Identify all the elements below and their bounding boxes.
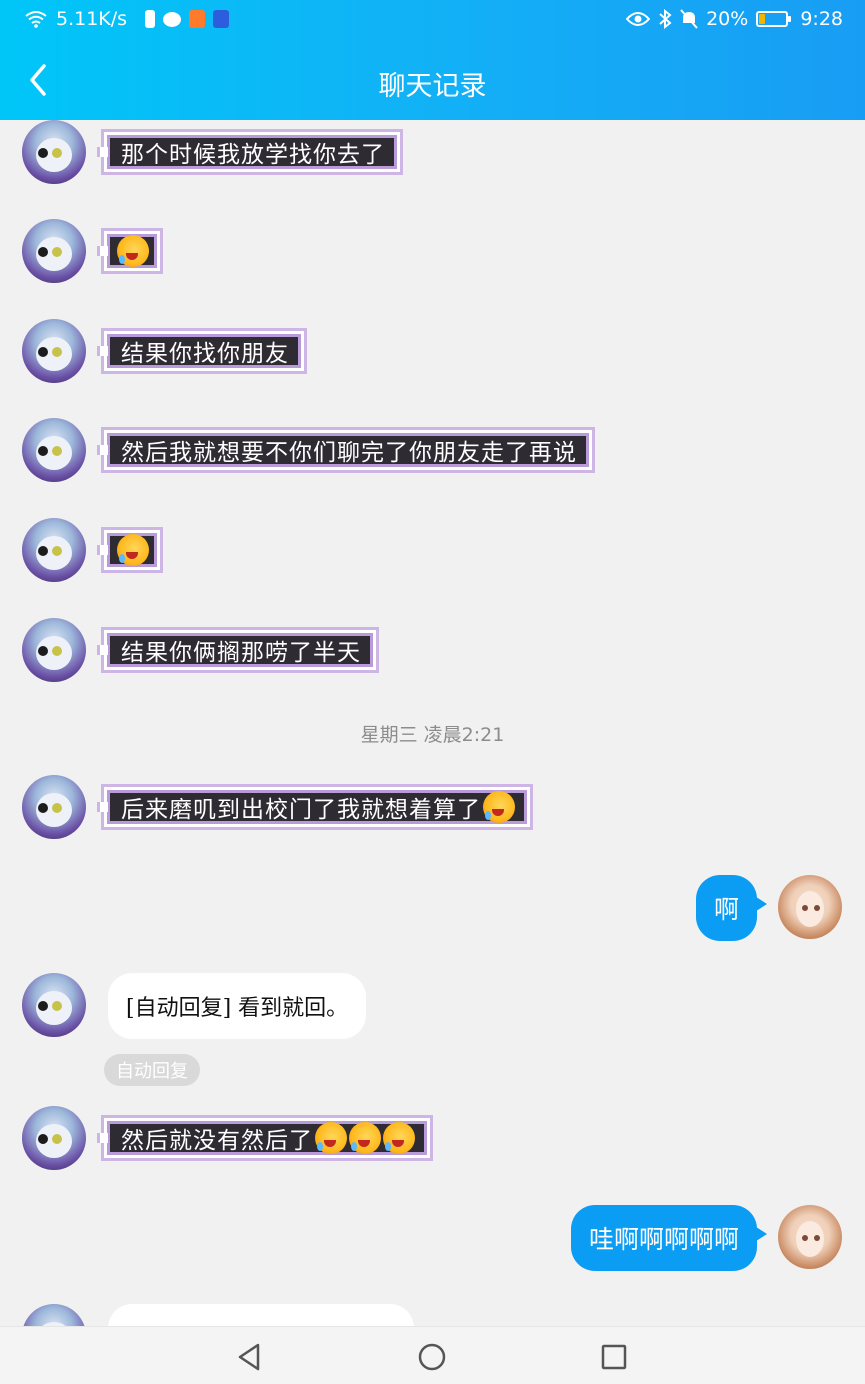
- eye-icon: [626, 12, 651, 26]
- battery-saver-icon: [145, 10, 156, 28]
- message-bubble[interactable]: [自动回复] 看到就回。: [108, 973, 367, 1039]
- avatar[interactable]: [22, 418, 86, 482]
- message-bubble[interactable]: [97, 231, 160, 271]
- message-text: 结果你俩搁那唠了半天: [121, 640, 361, 666]
- status-left: 5.11K/s: [24, 8, 230, 30]
- message-text: 哇啊啊啊啊啊: [588, 1225, 739, 1254]
- timestamp: 星期三 凌晨2:21: [360, 724, 505, 746]
- message-text: 那个时候我放学找你去了: [121, 142, 385, 168]
- message-bubble[interactable]: 结果你俩搁那唠了半天: [97, 630, 376, 670]
- message-bubble[interactable]: 然后我就想要不你们聊完了你朋友走了再说: [97, 430, 592, 470]
- mute-icon: [680, 9, 698, 29]
- avatar[interactable]: [778, 1205, 842, 1269]
- facepalm-emoji-icon: [117, 235, 149, 267]
- avatar[interactable]: [22, 973, 86, 1037]
- app-orange-icon: [189, 10, 206, 28]
- avatar[interactable]: [22, 120, 86, 184]
- facepalm-emoji-icon: [349, 1122, 381, 1154]
- battery-icon: [756, 11, 792, 27]
- message-text: 结果你找你朋友: [121, 341, 289, 367]
- message-text: [自动回复] 看到就回。: [126, 996, 349, 1021]
- clock: 9:28: [800, 8, 843, 30]
- avatar[interactable]: [22, 618, 86, 682]
- facepalm-emoji-icon: [383, 1122, 415, 1154]
- facepalm-emoji-icon: [315, 1122, 347, 1154]
- back-triangle-icon: [238, 1343, 260, 1371]
- message-bubble[interactable]: 结果你找你朋友: [97, 331, 304, 371]
- bluetooth-icon: [659, 9, 672, 29]
- nav-recents-button[interactable]: [594, 1337, 634, 1377]
- message-bubble[interactable]: 后来磨叽到出校门了我就想着算了: [97, 787, 530, 827]
- message-bubble[interactable]: [108, 1304, 414, 1326]
- header: 5.11K/s 20% 9:28 聊天记录: [0, 0, 865, 120]
- avatar[interactable]: [22, 775, 86, 839]
- wifi-icon: [25, 11, 47, 28]
- battery-percent: 20%: [706, 8, 749, 30]
- facepalm-emoji-icon: [117, 534, 149, 566]
- avatar[interactable]: [22, 1106, 86, 1170]
- recents-square-icon: [601, 1344, 627, 1370]
- avatar[interactable]: [778, 875, 842, 939]
- status-bar: 5.11K/s 20% 9:28: [0, 0, 865, 40]
- status-right: 20% 9:28: [626, 8, 843, 30]
- message-bubble[interactable]: 然后就没有然后了: [97, 1118, 430, 1158]
- message-text: 然后我就想要不你们聊完了你朋友走了再说: [121, 440, 577, 466]
- facepalm-emoji-icon: [483, 791, 515, 823]
- message-text: 后来磨叽到出校门了我就想着算了: [121, 797, 481, 823]
- message-bubble[interactable]: [97, 530, 160, 570]
- avatar[interactable]: [22, 1304, 86, 1326]
- chat-history[interactable]: 那个时候我放学找你去了 结果你找你朋友 然后我就想要不你们聊完了你朋友走了再说 …: [0, 120, 865, 1326]
- network-speed: 5.11K/s: [56, 8, 128, 30]
- wechat-icon: [163, 11, 182, 27]
- avatar[interactable]: [22, 518, 86, 582]
- message-bubble[interactable]: 啊: [695, 875, 768, 941]
- avatar[interactable]: [22, 319, 86, 383]
- message-text: 啊: [713, 895, 739, 924]
- nav-home-button[interactable]: [412, 1337, 452, 1377]
- auto-reply-tag: 自动回复: [104, 1054, 200, 1086]
- message-bubble[interactable]: 哇啊啊啊啊啊: [570, 1205, 768, 1271]
- system-nav-bar: [0, 1326, 865, 1384]
- home-circle-icon: [418, 1343, 446, 1371]
- message-text: 然后就没有然后了: [121, 1128, 313, 1154]
- avatar[interactable]: [22, 219, 86, 283]
- page-title: 聊天记录: [378, 71, 487, 102]
- message-bubble[interactable]: 那个时候我放学找你去了: [97, 132, 400, 172]
- navbar: 聊天记录: [0, 42, 865, 120]
- nav-back-button[interactable]: [230, 1337, 270, 1377]
- app-blue-icon: [213, 10, 230, 28]
